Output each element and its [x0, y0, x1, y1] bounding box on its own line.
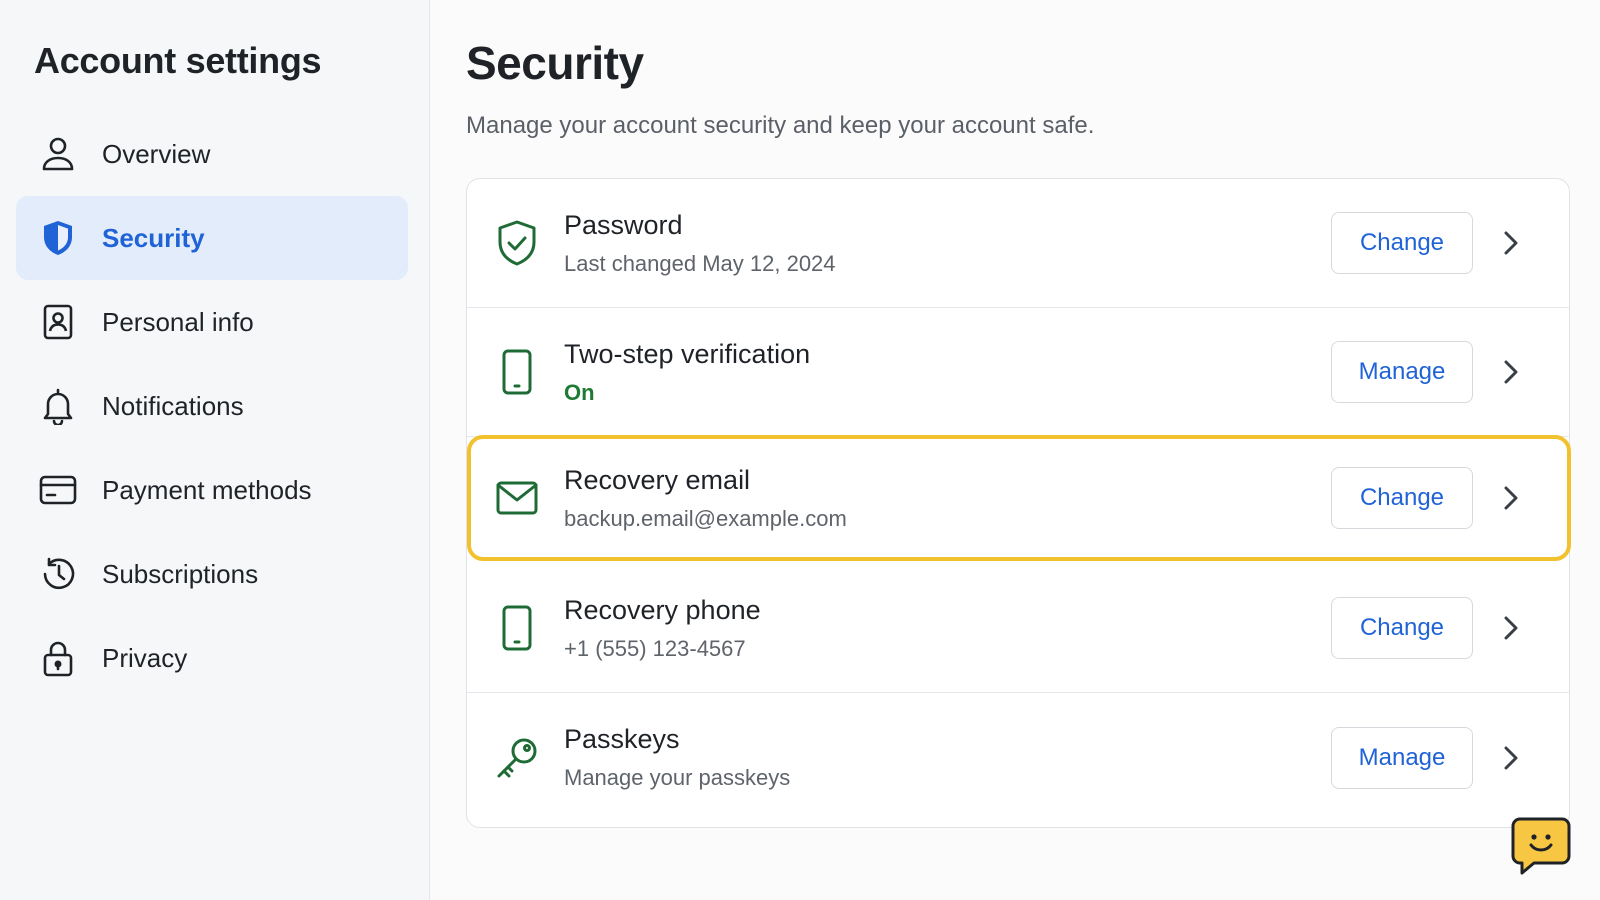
- manage-passkeys-button[interactable]: Manage: [1331, 726, 1473, 789]
- setting-text: Two-step verification On: [564, 339, 810, 406]
- sidebar-item-overview[interactable]: Overview: [16, 112, 408, 196]
- sidebar-item-privacy[interactable]: Privacy: [16, 616, 408, 700]
- sidebar-item-label: Overview: [102, 138, 211, 169]
- setting-text: Passkeys Manage your passkeys: [564, 724, 790, 791]
- setting-title: Password: [564, 209, 683, 240]
- setting-title: Recovery email: [564, 464, 751, 495]
- credit-card-icon: [38, 470, 78, 510]
- chevron-right-icon[interactable]: [1497, 744, 1525, 772]
- page-title: Security: [466, 37, 644, 89]
- setting-text: Password Last changed May 12, 2024: [564, 210, 836, 277]
- setting-row-recovery-email[interactable]: Recovery email backup.email@example.com …: [467, 435, 1571, 561]
- id-badge-icon: [38, 302, 78, 342]
- sidebar-title: Account settings: [34, 40, 322, 81]
- shield-check-icon: [493, 219, 541, 267]
- change-recovery-phone-button[interactable]: Change: [1331, 597, 1473, 659]
- setting-row-recovery-phone[interactable]: Recovery phone +1 (555) 123-4567 Change: [467, 564, 1569, 693]
- main-content: Security Manage your account security an…: [430, 0, 1600, 900]
- chat-support-button[interactable]: [1510, 815, 1572, 877]
- page-subtitle: Manage your account security and keep yo…: [466, 112, 1095, 139]
- change-password-button[interactable]: Change: [1331, 212, 1473, 274]
- sidebar-item-label: Subscriptions: [102, 558, 259, 589]
- setting-subtitle: backup.email@example.com: [564, 505, 847, 531]
- sidebar-item-label: Personal info: [102, 306, 254, 337]
- sidebar-nav: Overview Security Personal info Notifica…: [16, 112, 408, 700]
- chevron-right-icon[interactable]: [1497, 614, 1525, 642]
- sidebar-item-label: Security: [102, 222, 205, 253]
- key-icon: [493, 734, 541, 782]
- setting-row-passkeys[interactable]: Passkeys Manage your passkeys Manage: [467, 693, 1569, 822]
- status-badge: On: [564, 379, 595, 405]
- change-recovery-email-button[interactable]: Change: [1331, 467, 1473, 529]
- setting-row-password[interactable]: Password Last changed May 12, 2024 Chang…: [467, 179, 1569, 308]
- history-icon: [38, 554, 78, 594]
- phone-icon: [493, 348, 541, 396]
- chevron-right-icon[interactable]: [1497, 358, 1525, 386]
- chevron-right-icon[interactable]: [1497, 484, 1525, 512]
- setting-text: Recovery email backup.email@example.com: [564, 465, 847, 532]
- sidebar-item-payment-methods[interactable]: Payment methods: [16, 448, 408, 532]
- sidebar-item-notifications[interactable]: Notifications: [16, 364, 408, 448]
- shield-icon: [38, 218, 78, 258]
- chevron-right-icon[interactable]: [1497, 229, 1525, 257]
- setting-title: Passkeys: [564, 724, 680, 754]
- person-icon: [38, 134, 78, 174]
- lock-icon: [38, 638, 78, 678]
- phone-icon: [493, 604, 541, 652]
- setting-row-two-step-verification[interactable]: Two-step verification On Manage: [467, 308, 1569, 437]
- sidebar-item-label: Payment methods: [102, 474, 312, 505]
- sidebar-item-personal-info[interactable]: Personal info: [16, 280, 408, 364]
- setting-title: Two-step verification: [564, 338, 811, 369]
- bell-icon: [38, 386, 78, 426]
- setting-title: Recovery phone: [564, 594, 761, 625]
- sidebar-item-subscriptions[interactable]: Subscriptions: [16, 532, 408, 616]
- sidebar-item-label: Notifications: [102, 390, 244, 421]
- setting-subtitle: +1 (555) 123-4567: [564, 635, 746, 661]
- setting-subtitle: Last changed May 12, 2024: [564, 250, 836, 276]
- security-settings-list: Password Last changed May 12, 2024 Chang…: [466, 178, 1571, 828]
- mail-icon: [493, 474, 541, 522]
- sidebar-item-label: Privacy: [102, 642, 188, 673]
- setting-text: Recovery phone +1 (555) 123-4567: [564, 595, 761, 662]
- setting-subtitle: Manage your passkeys: [564, 765, 791, 790]
- manage-two-step-button[interactable]: Manage: [1331, 341, 1473, 403]
- chat-smile-icon: [1510, 817, 1572, 881]
- sidebar-item-security[interactable]: Security: [16, 196, 408, 280]
- sidebar: Account settings Overview Security Perso…: [0, 0, 430, 900]
